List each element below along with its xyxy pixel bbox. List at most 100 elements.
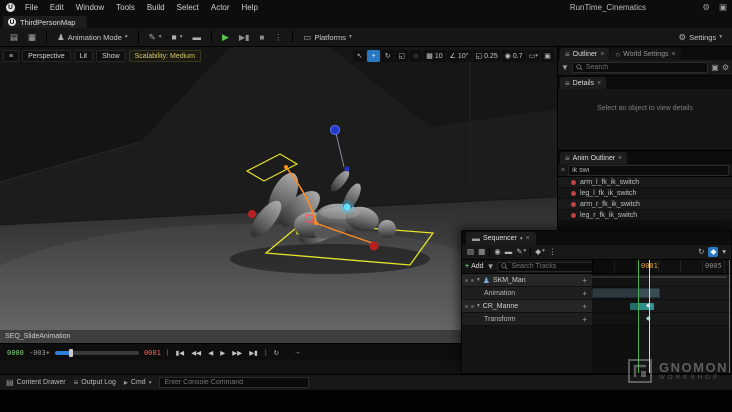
perspective-dropdown[interactable]: Perspective [22, 50, 71, 62]
track-key-lane[interactable]: ◆ [592, 300, 731, 313]
close-icon[interactable]: × [672, 51, 676, 58]
menu-select[interactable]: Select [171, 0, 205, 15]
show-dropdown[interactable]: Show [96, 50, 126, 62]
control-item[interactable]: arm_r_fk_ik_switch [558, 199, 732, 210]
add-subtrack-icon[interactable]: + [582, 276, 587, 285]
add-subtrack-icon[interactable]: + [582, 315, 587, 324]
track-filter-icon[interactable]: ▼ [487, 262, 495, 271]
tab-details[interactable]: ≡ Details × [560, 77, 607, 89]
jump-to-end-button[interactable]: ▶▮ [248, 349, 259, 357]
track-toggle-dot[interactable] [465, 304, 468, 308]
rotate-tool-button[interactable]: ↻ [381, 50, 395, 62]
track-toggle-dot[interactable] [465, 278, 468, 282]
more-options-icon[interactable]: ⋮ [549, 248, 557, 256]
stop-button[interactable]: ■ [255, 31, 268, 44]
save-sequence-icon[interactable]: ▤ [467, 248, 474, 256]
add-actor-dropdown[interactable]: ✎ ▾ [145, 31, 166, 44]
timeline-scrub-slider[interactable] [54, 348, 139, 357]
menu-help[interactable]: Help [236, 0, 264, 15]
control-item[interactable]: leg_r_fk_ik_switch [558, 210, 732, 221]
grid-snap-control[interactable]: ▦ 10 [423, 50, 446, 62]
find-asset-icon[interactable]: ▦ [478, 248, 485, 256]
layout-icon[interactable]: ▣ [719, 2, 727, 13]
scalability-badge[interactable]: Scalability: Medium [128, 50, 201, 62]
editor-mode-dropdown[interactable]: ♟ Animation Mode ▾ [53, 31, 132, 44]
cinematics-button[interactable]: ▬ [188, 31, 205, 44]
platforms-dropdown[interactable]: ▭ Platforms ▾ [299, 31, 355, 44]
filter-icon[interactable]: ▼ [561, 63, 569, 72]
track-toggle-dot[interactable] [471, 304, 474, 308]
play-forward-button[interactable]: ▶ [219, 349, 226, 357]
close-icon[interactable]: × [618, 155, 622, 162]
select-tool-button[interactable]: ↖ [353, 50, 367, 62]
animation-clip[interactable] [592, 288, 660, 298]
view-mode-dropdown[interactable]: Lit [73, 50, 94, 62]
tab-world-settings[interactable]: ○ World Settings × [610, 48, 681, 60]
render-movie-icon[interactable]: ▬ [505, 248, 513, 256]
settings-dropdown[interactable]: ⚙ Settings ▾ [675, 31, 727, 44]
previous-key-button[interactable]: ◀◀ [190, 349, 202, 357]
outliner-search[interactable] [571, 62, 709, 73]
jump-to-start-button[interactable]: ▮◀ [175, 349, 186, 357]
blueprint-dropdown[interactable]: ■ ▾ [168, 31, 187, 44]
anim-outliner-search[interactable] [568, 164, 729, 176]
output-log-button[interactable]: ≡ Output Log [74, 378, 116, 387]
range-end-bracket-icon[interactable]: ] [264, 349, 268, 356]
edits-dropdown-icon[interactable]: ✎ ▾ [516, 248, 526, 256]
autokey-toggle[interactable]: ◆ [708, 247, 719, 257]
menu-tools[interactable]: Tools [110, 0, 141, 15]
range-start-bracket-icon[interactable]: [ [166, 349, 170, 356]
add-subtrack-icon[interactable]: + [582, 289, 587, 298]
loop-toggle-button[interactable]: ↻ [273, 349, 280, 357]
tab-sequencer[interactable]: ▬ Sequencer ▾ × [466, 232, 536, 245]
tab-outliner[interactable]: ≡ Outliner × [560, 48, 610, 60]
timeline-ruler[interactable]: 0001 0005 [592, 260, 731, 273]
keyframe-icon[interactable]: ◆ [646, 303, 651, 309]
save-button[interactable]: ▤ [6, 31, 22, 44]
menu-file[interactable]: File [19, 0, 44, 15]
track-toggle-dot[interactable] [471, 278, 474, 282]
menu-actor[interactable]: Actor [205, 0, 236, 15]
new-folder-icon[interactable]: ▣ [711, 63, 719, 72]
content-drawer-button[interactable]: ▤ Content Drawer [6, 378, 66, 387]
anim-outliner-search-input[interactable] [572, 166, 725, 174]
move-tool-button[interactable]: + [367, 50, 381, 62]
menu-build[interactable]: Build [141, 0, 171, 15]
menu-window[interactable]: Window [70, 0, 110, 15]
console-command-input[interactable] [164, 379, 305, 386]
track-row[interactable]: ▾ ♟ SKM_Man + [462, 274, 731, 287]
rotation-snap-control[interactable]: ∠ 10° [446, 50, 472, 62]
track-row[interactable]: ▾ CR_Manne + ◆ [462, 300, 731, 313]
step-back-button[interactable]: ◀ [207, 349, 214, 357]
close-icon[interactable]: × [600, 51, 604, 58]
track-row[interactable]: Transform + ◆ [462, 313, 731, 326]
goto-frame-button[interactable]: → [293, 349, 302, 356]
maximize-viewport-button[interactable]: ▣ [541, 50, 554, 62]
camera-speed-control[interactable]: ◉ 0.7 [501, 50, 526, 62]
close-icon[interactable]: × [597, 80, 601, 87]
tab-anim-outliner[interactable]: ≡ Anim Outliner × [560, 152, 628, 164]
add-subtrack-icon[interactable]: + [582, 302, 587, 311]
next-key-button[interactable]: ▶▶ [231, 349, 243, 357]
add-track-button[interactable]: + Add [465, 263, 484, 270]
world-space-button[interactable]: ○ [409, 50, 423, 62]
editor-settings-icon[interactable]: ⚙ [702, 2, 710, 13]
expand-caret-icon[interactable]: ▾ [477, 277, 480, 283]
create-camera-icon[interactable]: ◉ [494, 248, 501, 256]
clear-search-icon[interactable]: × [561, 167, 565, 174]
track-row[interactable]: Animation + [462, 287, 731, 300]
playback-options-icon[interactable]: ↻ [698, 248, 704, 256]
screen-layout-button[interactable]: ▭ ▾ [526, 50, 540, 62]
timeline-knob[interactable] [68, 348, 73, 357]
console-command-box[interactable] [159, 377, 310, 388]
play-options-button[interactable]: ⋮ [270, 31, 286, 44]
frame-skip-button[interactable]: ▶▮ [235, 31, 254, 44]
content-button[interactable]: ▦ [24, 31, 40, 44]
close-icon[interactable]: × [526, 235, 530, 242]
track-key-lane[interactable] [592, 274, 731, 287]
viewport-options-button[interactable]: ≡ [3, 50, 20, 62]
expand-caret-icon[interactable]: ▾ [477, 303, 480, 309]
play-button[interactable]: ▶ [218, 30, 233, 45]
cmd-dropdown[interactable]: ▸ Cmd ▾ [124, 378, 152, 387]
tab-thirdpersonmap[interactable]: U ThirdPersonMap [3, 16, 88, 28]
